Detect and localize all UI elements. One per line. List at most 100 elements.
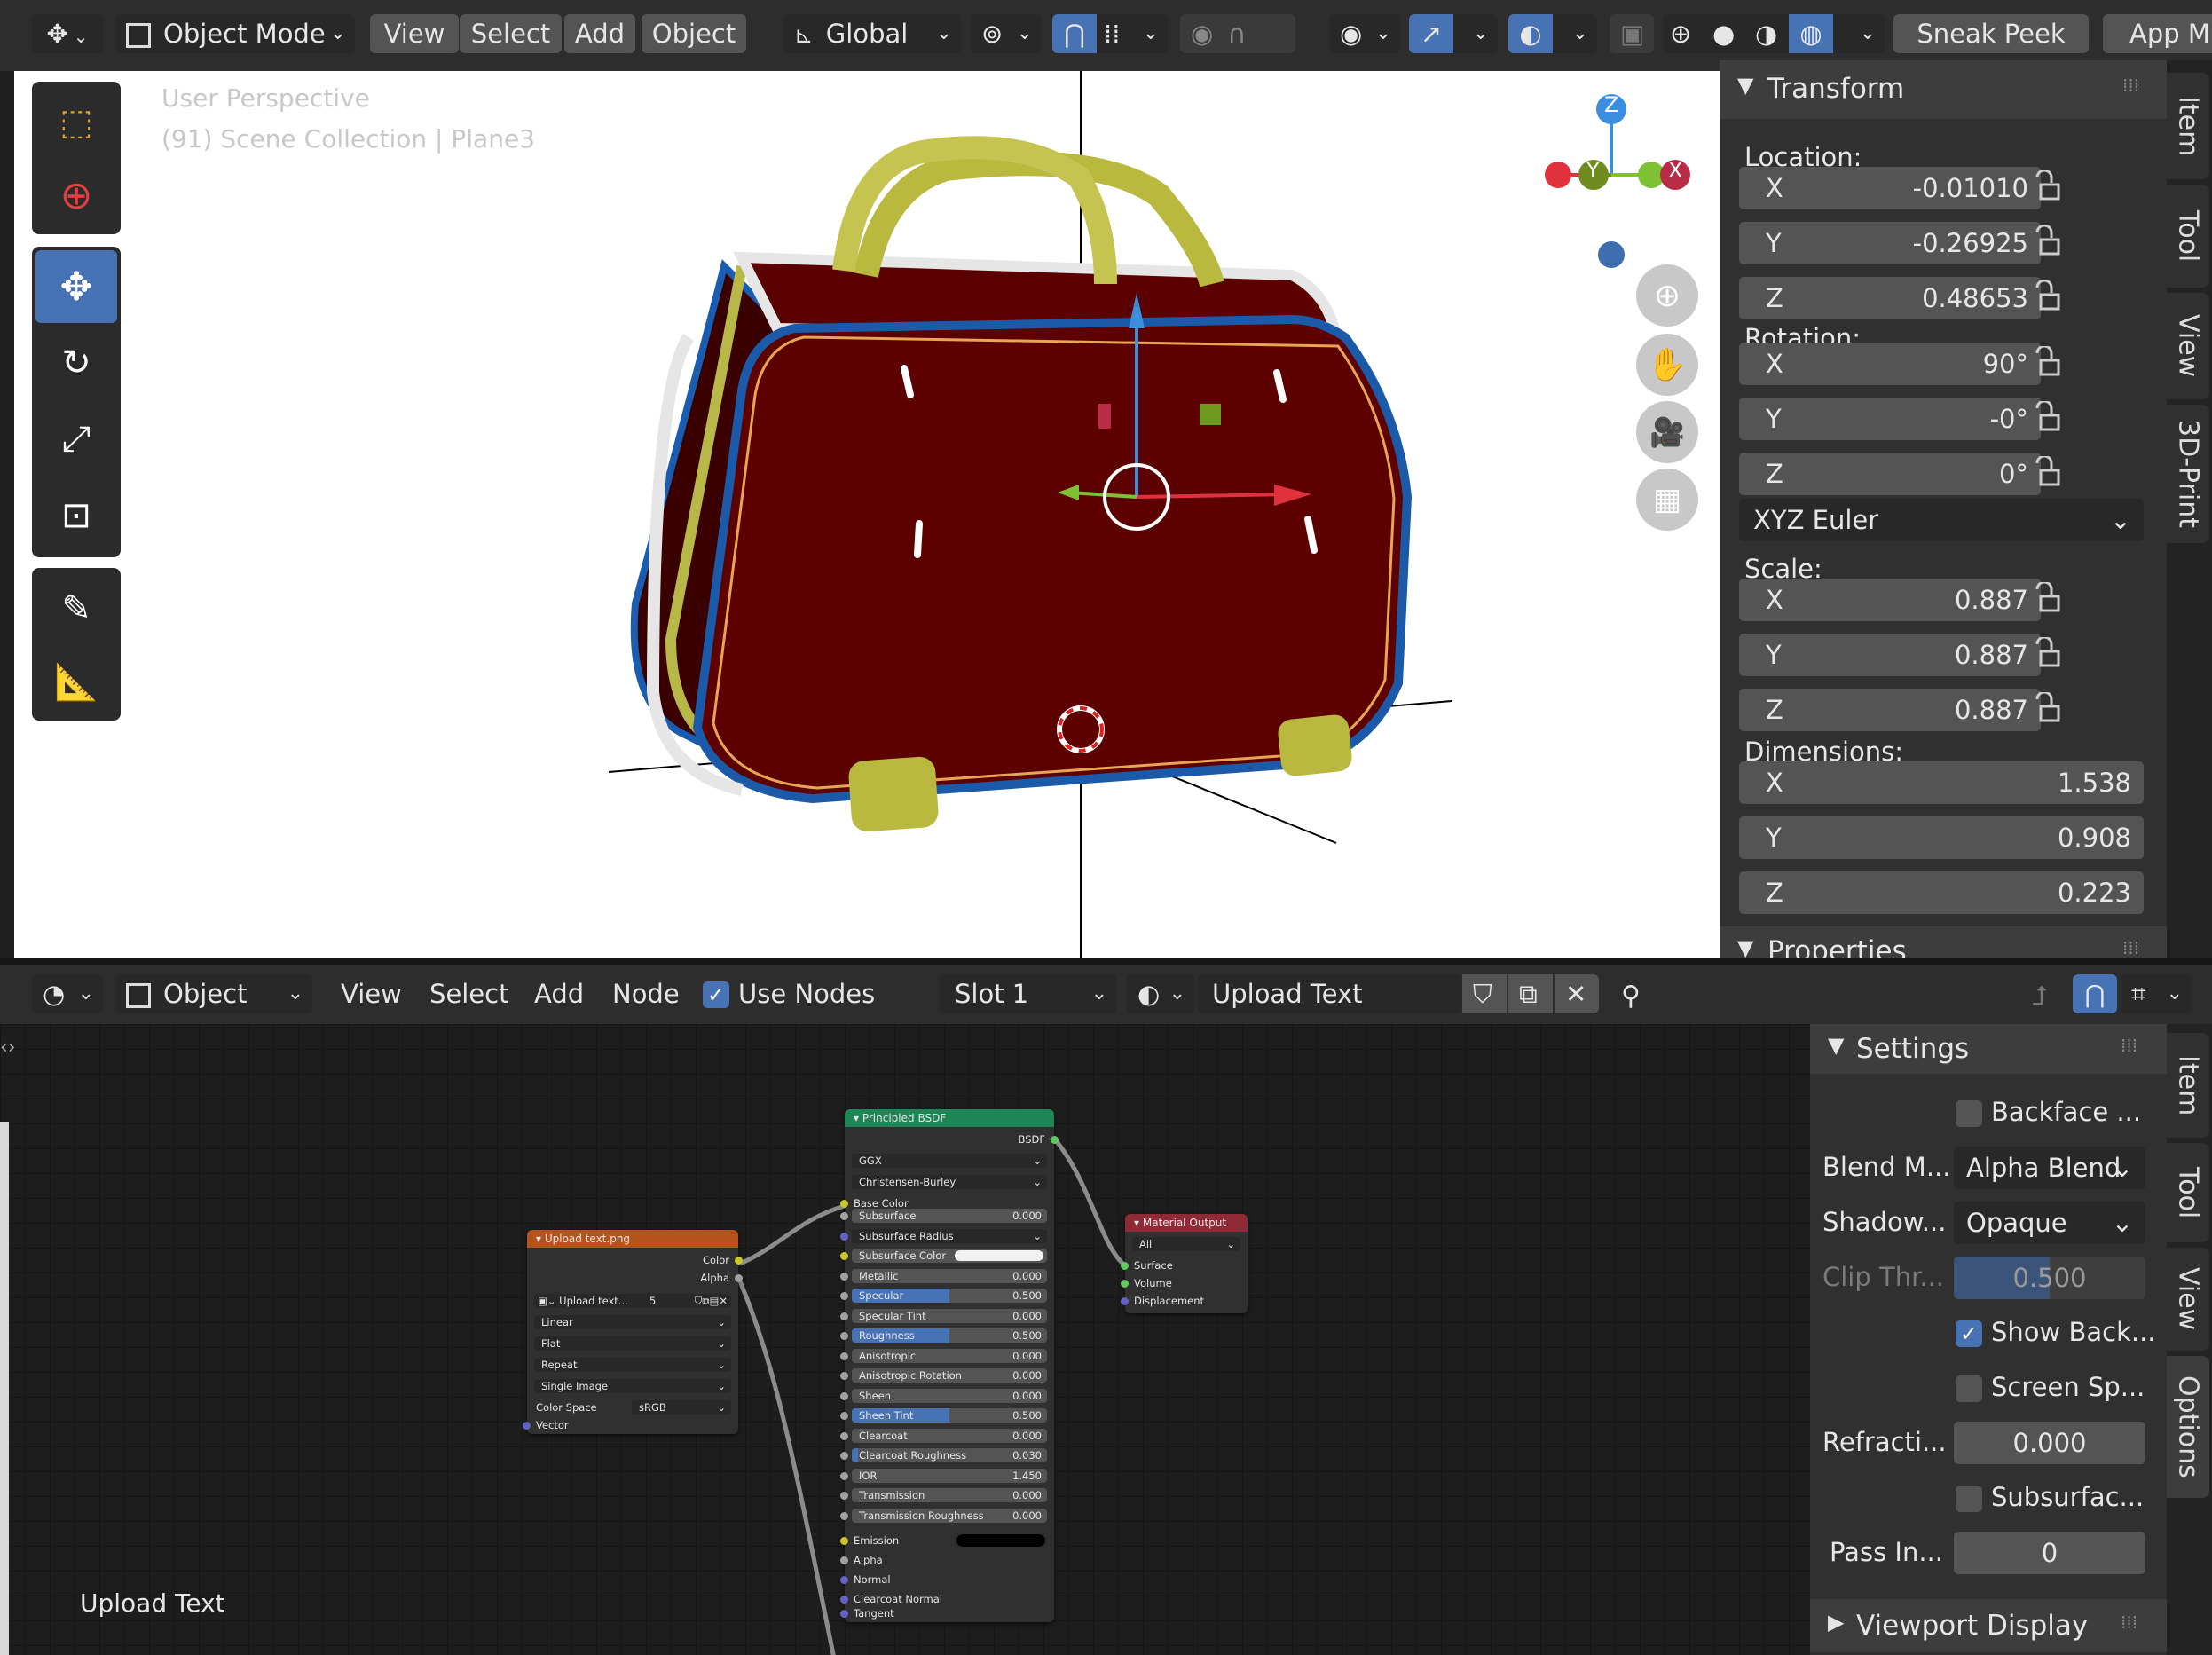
clip-threshold-field[interactable]: 0.500 bbox=[1954, 1257, 2145, 1299]
use-nodes-checkbox[interactable]: ✓ bbox=[703, 981, 729, 1008]
input-socket[interactable] bbox=[840, 1492, 848, 1500]
image-actions-icon[interactable]: ⛉⧉▤✕ bbox=[695, 1294, 728, 1308]
refraction-depth-field[interactable]: 0.000 bbox=[1954, 1422, 2145, 1464]
lock-icon[interactable] bbox=[2030, 170, 2066, 206]
xray-toggle[interactable]: ▣ bbox=[1610, 14, 1654, 53]
input-socket[interactable] bbox=[840, 1471, 848, 1480]
tangent-socket[interactable] bbox=[840, 1610, 848, 1618]
location-y-field[interactable]: Y -0.26925 bbox=[1739, 222, 2041, 264]
screen-space-refraction-checkbox[interactable] bbox=[1956, 1375, 1982, 1402]
anisotropic-rotation-field[interactable]: Anisotropic Rotation 0.000 bbox=[852, 1368, 1047, 1383]
backface-culling-checkbox[interactable] bbox=[1956, 1100, 1982, 1127]
duplicate-material-button[interactable]: ⧉ bbox=[1508, 974, 1553, 1013]
tab-view[interactable]: View bbox=[2167, 1248, 2209, 1351]
vector-input-socket[interactable] bbox=[523, 1422, 531, 1430]
lock-icon[interactable] bbox=[2030, 346, 2066, 382]
bsdf-node-header[interactable]: ▾ Principled BSDF bbox=[845, 1109, 1054, 1127]
normal-socket[interactable] bbox=[840, 1576, 848, 1584]
input-socket[interactable] bbox=[840, 1212, 848, 1220]
location-z-field[interactable]: Z 0.48653 bbox=[1739, 277, 2041, 319]
lock-icon[interactable] bbox=[2030, 582, 2066, 618]
roughness-field[interactable]: Roughness 0.500 bbox=[852, 1328, 1047, 1343]
anisotropic-field[interactable]: Anisotropic 0.000 bbox=[852, 1348, 1047, 1363]
scale-x-field[interactable]: X 0.887 bbox=[1739, 579, 2041, 621]
dimensions-y-field[interactable]: Y 0.908 bbox=[1739, 816, 2144, 859]
snap-element-dropdown[interactable]: ⌗ ⌄ bbox=[2121, 974, 2192, 1013]
input-socket[interactable] bbox=[840, 1292, 848, 1300]
node-editor-canvas[interactable]: ‹› ▾ Upload text.png Color Alpha ▣⌄ Uplo… bbox=[0, 1024, 1810, 1655]
source-dropdown[interactable]: Single Image ⌄ bbox=[534, 1379, 731, 1393]
lock-icon[interactable] bbox=[2030, 401, 2066, 437]
menu-view[interactable]: View bbox=[341, 974, 402, 1013]
displacement-socket[interactable] bbox=[1121, 1297, 1129, 1305]
image-selector[interactable]: ▣⌄ Upload text... 5 ⛉⧉▤✕ bbox=[534, 1294, 731, 1308]
lock-icon[interactable] bbox=[2030, 456, 2066, 492]
scale-y-field[interactable]: Y 0.887 bbox=[1739, 634, 2041, 676]
input-socket[interactable] bbox=[840, 1412, 848, 1420]
mode-dropdown[interactable]: Object Mode ⌄ bbox=[115, 14, 355, 53]
rotation-mode-dropdown[interactable]: XYZ Euler ⌄ bbox=[1739, 499, 2144, 541]
alpha-output-socket[interactable] bbox=[735, 1274, 743, 1282]
input-socket[interactable] bbox=[840, 1312, 848, 1320]
menu-view[interactable]: View bbox=[370, 14, 459, 53]
tab-item[interactable]: Item bbox=[2167, 1033, 2209, 1138]
tab-options[interactable]: Options bbox=[2167, 1356, 2209, 1498]
snap-magnet-icon[interactable]: ⋂ bbox=[2073, 974, 2117, 1013]
location-x-field[interactable]: X -0.01010 bbox=[1739, 167, 2041, 209]
menu-add[interactable]: Add bbox=[534, 974, 584, 1013]
editor-type-button[interactable]: ◔ ⌄ bbox=[32, 974, 103, 1013]
gizmo-dropdown[interactable]: ↗ ⌄ bbox=[1409, 14, 1498, 53]
zoom-icon[interactable]: ⊕ bbox=[1636, 264, 1698, 327]
specular-tint-field[interactable]: Specular Tint 0.000 bbox=[852, 1308, 1047, 1323]
input-socket[interactable] bbox=[840, 1452, 848, 1460]
rotation-y-field[interactable]: Y -0° bbox=[1739, 398, 2041, 440]
annotate-tool-icon[interactable]: ✎ bbox=[39, 575, 114, 642]
camera-icon[interactable]: 🎥 bbox=[1636, 401, 1698, 463]
lock-icon[interactable] bbox=[2030, 692, 2066, 728]
shadow-mode-dropdown[interactable]: Opaque ⌄ bbox=[1954, 1202, 2145, 1244]
drag-handle-icon[interactable]: ⁞⁞⁞ bbox=[2122, 937, 2139, 958]
material-name-field[interactable]: Upload Text bbox=[1198, 974, 1462, 1013]
image-texture-node[interactable]: ▾ Upload text.png Color Alpha ▣⌄ Upload … bbox=[523, 1230, 743, 1434]
lock-icon[interactable] bbox=[2030, 225, 2066, 261]
material-output-node[interactable]: ▾ Material Output All ⌄ Surface Volume Di… bbox=[1121, 1214, 1248, 1313]
blend-mode-dropdown[interactable]: Alpha Blend ⌄ bbox=[1954, 1147, 2145, 1189]
interpolation-dropdown[interactable]: Linear ⌄ bbox=[534, 1315, 731, 1329]
rotate-tool-icon[interactable]: ↻ bbox=[35, 327, 117, 399]
menu-add[interactable]: Add bbox=[564, 14, 635, 53]
output-node-header[interactable]: ▾ Material Output bbox=[1125, 1214, 1248, 1232]
drag-handle-icon[interactable]: ⁞⁞⁞ bbox=[2122, 75, 2139, 96]
transmission-roughness-field[interactable]: Transmission Roughness 0.000 bbox=[852, 1508, 1047, 1523]
parent-node-tree-icon[interactable]: ⮥ bbox=[2019, 978, 2060, 1013]
color-output-socket[interactable] bbox=[735, 1257, 743, 1265]
shading-group[interactable]: ⊕ ● ◑ ◍ ⌄ bbox=[1663, 14, 1885, 53]
principled-bsdf-node[interactable]: ▾ Principled BSDF BSDF GGX ⌄ Christensen-… bbox=[840, 1109, 1059, 1622]
slot-dropdown[interactable]: Slot 1 ⌄ bbox=[939, 974, 1116, 1013]
lock-icon[interactable] bbox=[2030, 280, 2066, 316]
scale-tool-icon[interactable]: ⤢ bbox=[35, 403, 117, 476]
visibility-dropdown[interactable]: ◉ ⌄ bbox=[1329, 14, 1400, 53]
alpha-input-socket[interactable] bbox=[840, 1556, 848, 1564]
subsurface-radius-field[interactable]: Subsurface Radius ⌄ bbox=[852, 1228, 1047, 1243]
subsurface-color-field[interactable]: Subsurface Color bbox=[852, 1249, 1047, 1263]
properties-panel-header[interactable]: ▼ Properties ⁞⁞⁞ bbox=[1720, 926, 2167, 958]
area-divider[interactable] bbox=[0, 958, 2212, 965]
sneak-peek-button[interactable]: Sneak Peek bbox=[1893, 14, 2089, 53]
output-target-dropdown[interactable]: All ⌄ bbox=[1132, 1237, 1240, 1251]
solid-shading-icon[interactable]: ● bbox=[1712, 14, 1735, 53]
transform-tool-icon[interactable]: ⊡ bbox=[35, 479, 117, 552]
extension-dropdown[interactable]: Repeat ⌄ bbox=[534, 1358, 731, 1372]
menu-select[interactable]: Select bbox=[429, 974, 508, 1013]
cursor-tool-icon[interactable]: ⊕ bbox=[39, 162, 114, 229]
wireframe-shading-icon[interactable]: ⊕ bbox=[1670, 14, 1691, 53]
sheen-tint-field[interactable]: Sheen Tint 0.500 bbox=[852, 1408, 1047, 1423]
dimensions-z-field[interactable]: Z 0.223 bbox=[1739, 871, 2144, 914]
input-socket[interactable] bbox=[840, 1372, 848, 1380]
emission-socket[interactable] bbox=[840, 1537, 848, 1545]
snap-magnet-icon[interactable]: ⋂ bbox=[1052, 14, 1097, 53]
ior-field[interactable]: IOR 1.450 bbox=[852, 1468, 1047, 1483]
falloff-icon[interactable]: ∩ bbox=[1227, 19, 1246, 49]
image-node-header[interactable]: ▾ Upload text.png bbox=[527, 1230, 738, 1248]
tab-view[interactable]: View bbox=[2167, 293, 2209, 399]
distribution-dropdown[interactable]: GGX ⌄ bbox=[852, 1154, 1047, 1168]
